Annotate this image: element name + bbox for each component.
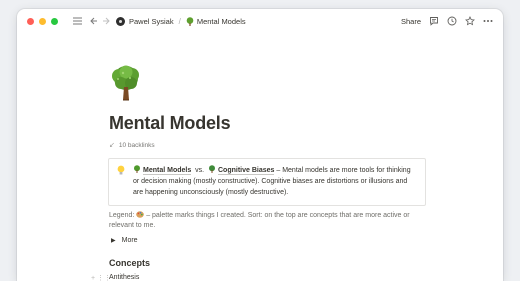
forward-icon[interactable] bbox=[102, 17, 110, 25]
lightbulb-icon bbox=[117, 165, 125, 198]
callout-block[interactable]: Mental Models vs. Cognitive Biases – Men… bbox=[108, 158, 426, 206]
more-label: More bbox=[122, 237, 138, 244]
callout-text: Mental Models vs. Cognitive Biases – Men… bbox=[133, 165, 417, 198]
breadcrumb-page[interactable]: Mental Models bbox=[197, 17, 246, 26]
concepts-heading[interactable]: Concepts bbox=[109, 258, 429, 268]
breadcrumb-user[interactable]: Pawel Sysiak bbox=[129, 17, 174, 26]
cognitive-biases-link[interactable]: Cognitive Biases bbox=[218, 167, 274, 175]
legend-text: Legend: – palette marks things I created… bbox=[109, 211, 414, 231]
window-controls bbox=[27, 18, 58, 25]
legend-description: – palette marks things I created. Sort: … bbox=[109, 212, 410, 229]
more-toggle[interactable]: ▶ More bbox=[109, 237, 429, 244]
breadcrumb-separator: / bbox=[179, 17, 181, 26]
page-content: Mental Models ↙ 10 backlinks Mental Mode… bbox=[109, 65, 429, 281]
app-window: Pawel Sysiak / Mental Models Share bbox=[17, 9, 503, 281]
top-bar: Pawel Sysiak / Mental Models Share bbox=[17, 9, 503, 33]
backlinks-link[interactable]: ↙ 10 backlinks bbox=[109, 141, 429, 149]
avatar bbox=[116, 17, 125, 26]
toggle-triangle-icon[interactable]: ▶ bbox=[111, 237, 116, 244]
vs-label: vs. bbox=[195, 167, 204, 174]
mental-models-leaf-icon bbox=[133, 165, 141, 173]
star-icon[interactable] bbox=[465, 16, 475, 26]
backlinks-label: 10 backlinks bbox=[119, 142, 155, 149]
updates-icon[interactable] bbox=[447, 16, 457, 26]
maximize-window-button[interactable] bbox=[51, 18, 58, 25]
mental-models-link[interactable]: Mental Models bbox=[143, 167, 191, 175]
back-icon[interactable] bbox=[90, 17, 98, 25]
cognitive-biases-leaf-icon bbox=[208, 165, 216, 173]
tree-icon bbox=[186, 17, 194, 26]
comment-icon[interactable] bbox=[429, 16, 439, 26]
menu-icon[interactable] bbox=[72, 17, 82, 25]
minimize-window-button[interactable] bbox=[39, 18, 46, 25]
tree-icon[interactable] bbox=[109, 65, 143, 101]
list-item[interactable]: + ⋮⋮ Antithesis bbox=[109, 274, 429, 281]
more-icon[interactable] bbox=[483, 16, 493, 26]
close-window-button[interactable] bbox=[27, 18, 34, 25]
backlink-arrow-icon: ↙ bbox=[109, 141, 115, 149]
share-button[interactable]: Share bbox=[401, 17, 421, 26]
page-actions: Share bbox=[401, 9, 493, 33]
list-item-label: Antithesis bbox=[109, 274, 139, 281]
drag-handle-icon[interactable]: + ⋮⋮ bbox=[91, 274, 111, 281]
breadcrumb: Pawel Sysiak / Mental Models bbox=[116, 17, 246, 26]
legend-prefix: Legend: bbox=[109, 212, 136, 219]
page-title[interactable]: Mental Models bbox=[109, 113, 429, 134]
